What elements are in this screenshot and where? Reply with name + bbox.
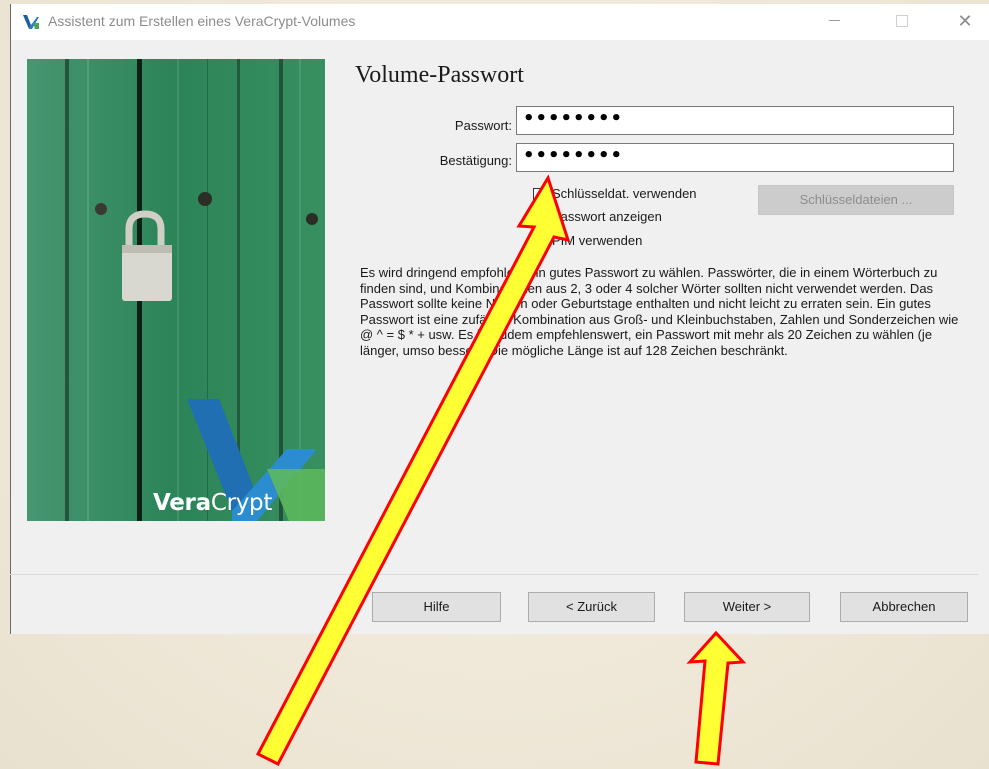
- close-button[interactable]: ✕: [942, 4, 988, 38]
- use-keyfiles-checkbox[interactable]: [533, 188, 547, 202]
- use-pim-checkbox[interactable]: [533, 235, 547, 249]
- page-title: Volume-Passwort: [355, 62, 524, 88]
- maximize-icon: [896, 14, 908, 27]
- show-password-checkbox[interactable]: [533, 211, 547, 225]
- use-pim-label: PIM verwenden: [552, 233, 643, 248]
- show-password-label: Passwort anzeigen: [552, 209, 662, 224]
- minimize-button[interactable]: [811, 4, 857, 38]
- minimize-icon: [828, 20, 840, 22]
- wizard-side-image: [27, 59, 325, 521]
- help-button[interactable]: Hilfe: [372, 592, 501, 622]
- window-title: Assistent zum Erstellen eines VeraCrypt-…: [48, 13, 356, 29]
- veracrypt-logo: VeraCrypt: [153, 490, 273, 516]
- cancel-button[interactable]: Abbrechen: [840, 592, 968, 622]
- maximize-button[interactable]: [879, 4, 925, 38]
- password-input[interactable]: ••••••••: [516, 106, 954, 135]
- title-bar: Assistent zum Erstellen eines VeraCrypt-…: [11, 4, 989, 40]
- keyfiles-button[interactable]: Schlüsseldateien ...: [758, 185, 954, 215]
- confirm-label: Bestätigung:: [439, 153, 512, 168]
- password-label: Passwort:: [454, 118, 512, 133]
- close-icon: ✕: [957, 11, 973, 31]
- next-button[interactable]: Weiter >: [684, 592, 810, 622]
- footer-divider: [10, 574, 979, 575]
- veracrypt-app-icon: [23, 15, 39, 29]
- confirm-password-input[interactable]: ••••••••: [516, 143, 954, 172]
- password-advice-text: Es wird dringend empfohlen, ein gutes Pa…: [360, 265, 959, 358]
- use-keyfiles-label: Schlüsseldat. verwenden: [552, 186, 697, 201]
- back-button[interactable]: < Zurück: [528, 592, 655, 622]
